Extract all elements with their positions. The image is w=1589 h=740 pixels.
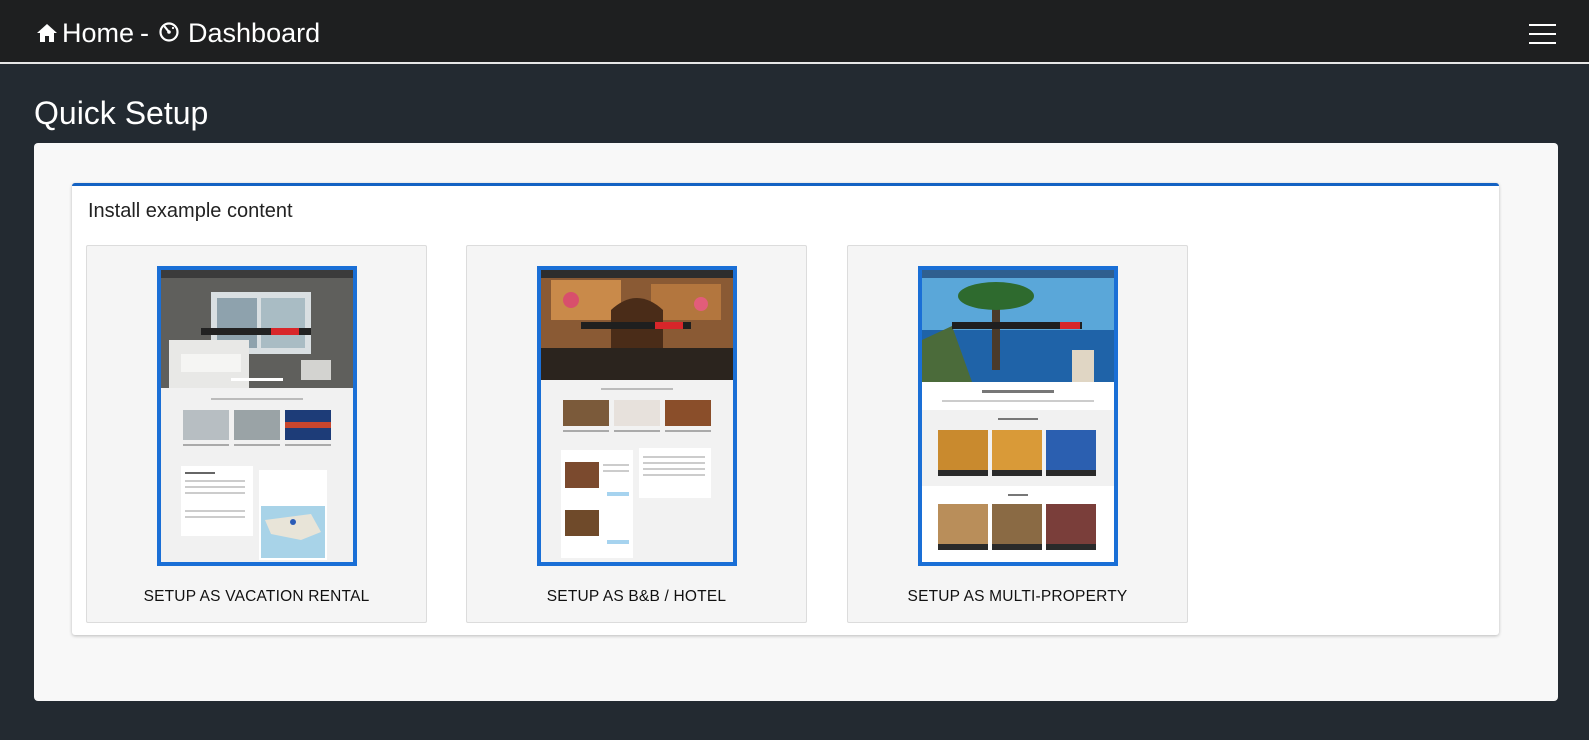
section-title: Install example content [88, 200, 293, 222]
home-icon[interactable] [35, 21, 59, 45]
breadcrumb: Home - Dashboard [35, 16, 320, 50]
menu-toggle-button[interactable] [1529, 24, 1556, 44]
main-panel: Install example content SETUP AS VACATIO… [34, 143, 1558, 701]
multi-property-preview-image [918, 266, 1118, 566]
vacation-rental-label: SETUP AS VACATION RENTAL [143, 588, 370, 605]
setup-vacation-rental-button[interactable]: SETUP AS VACATION RENTAL [86, 245, 427, 623]
vacation-rental-preview-image [157, 266, 357, 566]
bnb-hotel-preview-image [537, 266, 737, 566]
hamburger-icon [1529, 24, 1556, 26]
dashboard-link[interactable]: Dashboard [188, 18, 320, 49]
dashboard-gauge-icon [158, 21, 182, 45]
multi-property-label: SETUP AS MULTI-PROPERTY [907, 588, 1128, 605]
install-example-card: Install example content SETUP AS VACATIO… [72, 183, 1499, 635]
breadcrumb-separator: - [140, 17, 150, 48]
setup-multi-property-button[interactable]: SETUP AS MULTI-PROPERTY [847, 245, 1188, 623]
top-navbar: Home - Dashboard [0, 0, 1589, 64]
setup-bnb-hotel-button[interactable]: SETUP AS B&B / HOTEL [466, 245, 807, 623]
bnb-hotel-label: SETUP AS B&B / HOTEL [546, 588, 727, 605]
page-title: Quick Setup [34, 95, 209, 131]
home-link[interactable]: Home [62, 18, 134, 49]
